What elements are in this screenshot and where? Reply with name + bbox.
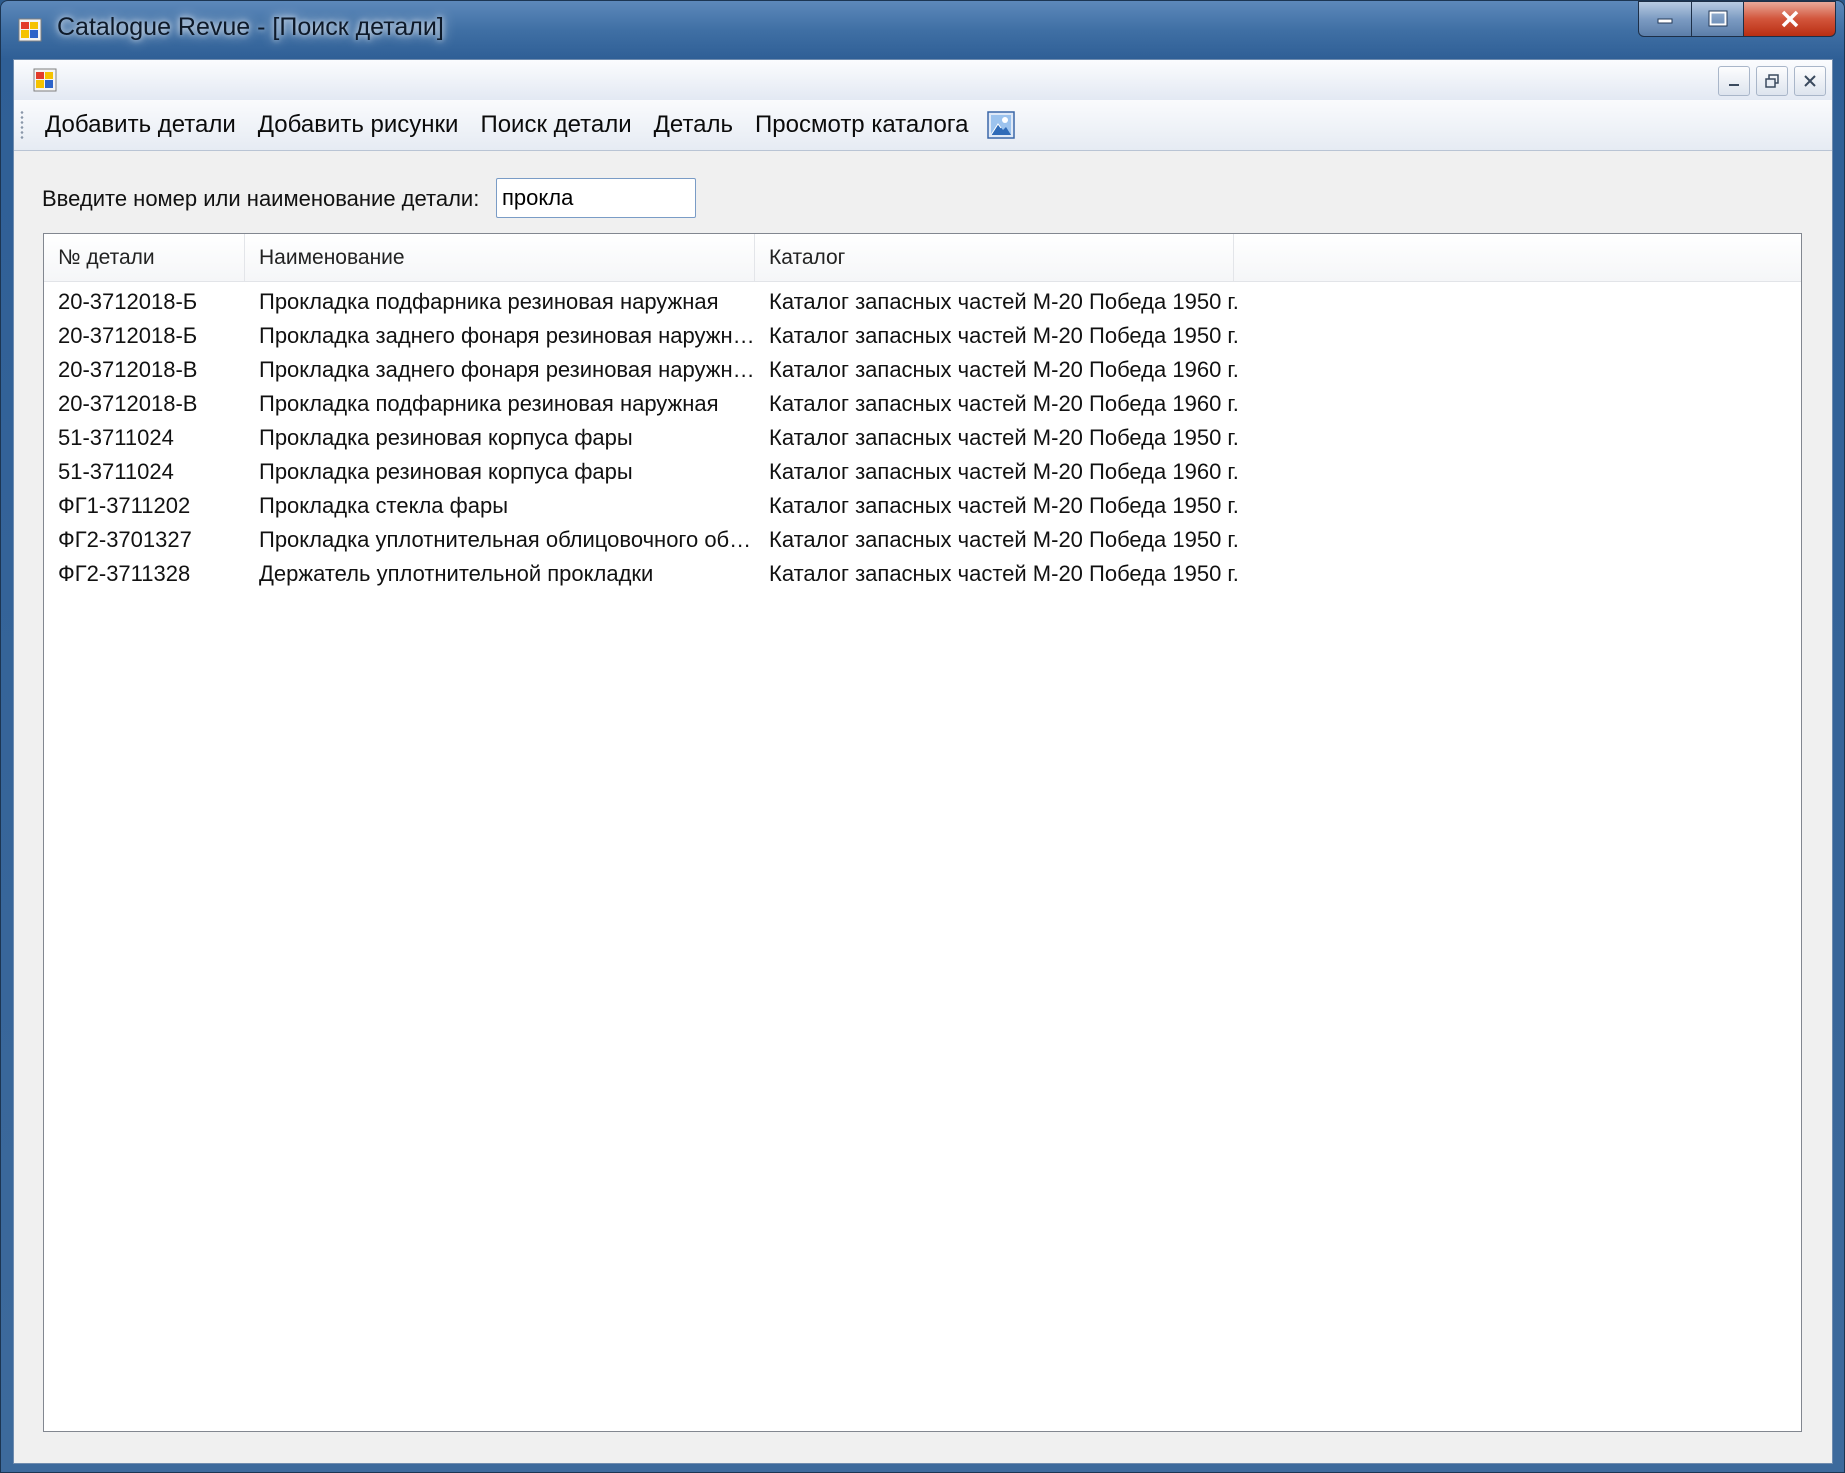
toolbar-add-images[interactable]: Добавить рисунки (247, 105, 470, 145)
mdi-close-button[interactable] (1794, 66, 1826, 96)
toolbar-grip[interactable] (20, 110, 24, 140)
cell-catalog: Каталог запасных частей М-20 Победа 1950… (769, 425, 1239, 450)
search-label: Введите номер или наименование детали: (42, 186, 480, 211)
column-header-catalog[interactable]: Каталог (755, 234, 1234, 281)
cell-catalog: Каталог запасных частей М-20 Победа 1950… (769, 289, 1239, 314)
cell-catalog: Каталог запасных частей М-20 Победа 1950… (769, 323, 1239, 348)
table-row[interactable]: ФГ2-3701327 Прокладка уплотнительная обли… (44, 523, 1801, 557)
cell-part-number: 20-3712018-В (58, 357, 198, 382)
cell-catalog: Каталог запасных частей М-20 Победа 1960… (769, 357, 1239, 382)
mdi-caption-buttons (1718, 66, 1826, 96)
mdi-child-icon[interactable] (32, 67, 58, 93)
mdi-minimize-button[interactable] (1718, 66, 1750, 96)
close-icon (1781, 10, 1798, 28)
cell-catalog: Каталог запасных частей М-20 Победа 1960… (769, 459, 1239, 484)
title-bar[interactable]: Catalogue Revue - [Поиск детали] (1, 1, 1844, 59)
cell-name: Прокладка заднего фонаря резиновая наруж… (259, 357, 755, 382)
column-header-part-number[interactable]: № детали (44, 234, 245, 281)
results-list[interactable]: № детали Наименование Каталог 20-3712018… (43, 233, 1802, 1432)
table-row[interactable]: 51-3711024 Прокладка резиновая корпуса фа… (44, 421, 1801, 455)
app-icon (18, 18, 42, 42)
cell-name: Прокладка резиновая корпуса фары (259, 459, 633, 484)
toolbar-add-parts[interactable]: Добавить детали (34, 105, 247, 145)
cell-part-number: 20-3712018-Б (58, 289, 198, 314)
cell-catalog: Каталог запасных частей М-20 Победа 1950… (769, 527, 1239, 552)
close-icon (1804, 75, 1816, 87)
table-row[interactable]: ФГ2-3711328 Держатель уплотнительной прок… (44, 557, 1801, 591)
table-row[interactable]: 20-3712018-В Прокладка заднего фонаря рез… (44, 353, 1801, 387)
maximize-button[interactable] (1692, 1, 1744, 37)
restore-icon (1708, 10, 1727, 27)
cell-name: Держатель уплотнительной прокладки (259, 561, 654, 586)
mdi-menu-strip (14, 60, 1832, 101)
cell-catalog: Каталог запасных частей М-20 Победа 1960… (769, 391, 1239, 416)
cell-part-number: 20-3712018-Б (58, 323, 198, 348)
cell-catalog: Каталог запасных частей М-20 Победа 1950… (769, 493, 1239, 518)
cell-name: Прокладка стекла фары (259, 493, 509, 518)
cell-part-number: 51-3711024 (58, 459, 174, 484)
client-area: Добавить детали Добавить рисунки Поиск д… (13, 59, 1833, 1464)
table-row[interactable]: 51-3711024 Прокладка резиновая корпуса фа… (44, 455, 1801, 489)
window-title: Catalogue Revue - [Поиск детали] (57, 13, 444, 41)
cell-name: Прокладка заднего фонаря резиновая наруж… (259, 323, 755, 348)
cell-part-number: ФГ1-3711202 (58, 493, 191, 518)
cell-catalog: Каталог запасных частей М-20 Победа 1950… (769, 561, 1239, 586)
close-button[interactable] (1744, 1, 1836, 37)
list-header: № детали Наименование Каталог (44, 234, 1801, 282)
minimize-icon (1657, 18, 1673, 24)
table-row[interactable]: ФГ1-3711202 Прокладка стекла фары Каталог … (44, 489, 1801, 523)
search-input[interactable] (496, 178, 696, 218)
cell-part-number: 20-3712018-В (58, 391, 198, 416)
toolbar: Добавить детали Добавить рисунки Поиск д… (14, 100, 1832, 151)
cell-part-number: 51-3711024 (58, 425, 174, 450)
minimize-button[interactable] (1638, 1, 1692, 37)
toolbar-part[interactable]: Деталь (643, 105, 744, 145)
cell-name: Прокладка подфарника резиновая наружная (259, 289, 719, 314)
picture-icon[interactable] (987, 111, 1016, 139)
minimize-icon (1729, 84, 1739, 86)
table-row[interactable]: 20-3712018-Б Прокладка заднего фонаря рез… (44, 319, 1801, 353)
mdi-restore-button[interactable] (1756, 66, 1788, 96)
restore-icon (1765, 74, 1779, 88)
cell-name: Прокладка резиновая корпуса фары (259, 425, 633, 450)
cell-part-number: ФГ2-3711328 (58, 561, 191, 586)
toolbar-search-part[interactable]: Поиск детали (469, 105, 642, 145)
cell-name: Прокладка подфарника резиновая наружная (259, 391, 719, 416)
caption-buttons (1638, 1, 1836, 39)
toolbar-view-catalog[interactable]: Просмотр каталога (744, 105, 979, 145)
table-row[interactable]: 20-3712018-В Прокладка подфарника резинов… (44, 387, 1801, 421)
app-window: Catalogue Revue - [Поиск детали] Добавит… (0, 0, 1845, 1473)
table-row[interactable]: 20-3712018-Б Прокладка подфарника резинов… (44, 285, 1801, 319)
column-header-name[interactable]: Наименование (245, 234, 755, 281)
cell-name: Прокладка уплотнительная облицовочного о… (259, 527, 755, 552)
cell-part-number: ФГ2-3701327 (58, 527, 192, 552)
